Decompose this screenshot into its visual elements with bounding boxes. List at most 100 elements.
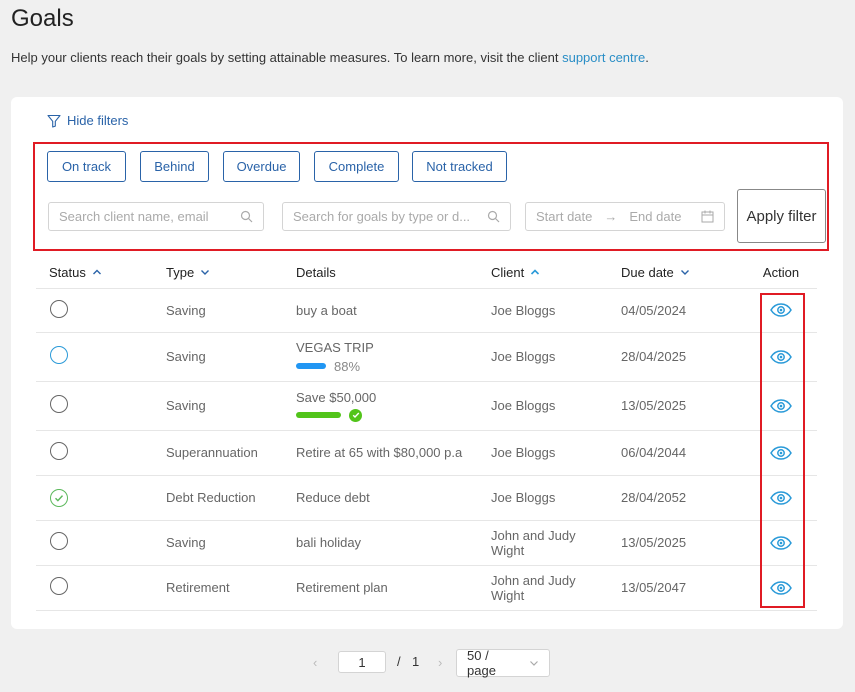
total-pages: 1 (412, 654, 420, 669)
table-row: Debt Reduction Reduce debt Joe Bloggs 28… (36, 475, 817, 521)
goal-client: John and Judy Wight (491, 565, 621, 611)
client-search-box (48, 202, 264, 231)
eye-icon[interactable] (770, 349, 792, 364)
page-title: Goals (11, 5, 74, 32)
support-centre-link[interactable]: support centre (562, 50, 645, 65)
goal-type: Retirement (166, 565, 296, 611)
goal-due-date: 04/05/2024 (621, 288, 745, 333)
hide-filters-label: Hide filters (67, 113, 129, 128)
arrow-right-icon: → (604, 209, 618, 224)
goal-client: Joe Bloggs (491, 430, 621, 476)
chevron-up-icon (92, 269, 101, 275)
goal-search-box (282, 202, 511, 231)
header-due-date-label: Due date (621, 264, 674, 280)
goal-details: Retire at 65 with $80,000 p.a (296, 430, 491, 476)
chip-not-tracked[interactable]: Not tracked (412, 151, 507, 182)
header-action: Action (745, 257, 817, 289)
goal-due-date: 13/05/2025 (621, 381, 745, 431)
eye-icon[interactable] (770, 580, 792, 595)
goal-client: John and Judy Wight (491, 520, 621, 566)
goal-type: Superannuation (166, 430, 296, 476)
header-client[interactable]: Client (491, 257, 621, 289)
header-status[interactable]: Status (36, 257, 166, 289)
status-not-tracked-icon (50, 442, 68, 460)
goals-card: Hide filters On track Behind Overdue Com… (11, 97, 843, 629)
client-search-input[interactable] (59, 209, 240, 224)
hide-filters-toggle[interactable]: Hide filters (47, 113, 128, 128)
page-size-label: 50 / page (467, 648, 496, 678)
header-type[interactable]: Type (166, 257, 296, 289)
goal-details-cell: VEGAS TRIP 88% (296, 332, 491, 382)
goal-details-cell: Save $50,000 (296, 381, 491, 431)
filter-icon (47, 114, 61, 128)
table-row: Saving Save $50,000 Joe Bloggs 13/05/202… (36, 381, 817, 431)
table-row: Superannuation Retire at 65 with $80,000… (36, 430, 817, 476)
table-row: Saving VEGAS TRIP 88% Joe Bloggs 28/04/2… (36, 332, 817, 382)
eye-icon[interactable] (770, 398, 792, 413)
intro-text: Help your clients reach their goals by s… (11, 50, 649, 65)
chevron-down-icon (201, 270, 210, 276)
goal-due-date: 28/04/2052 (621, 475, 745, 521)
filter-panel: On track Behind Overdue Complete Not tra… (33, 142, 829, 251)
pagination: ‹ / 1 › 50 / page (0, 648, 855, 678)
chip-on-track[interactable]: On track (47, 151, 126, 182)
eye-icon[interactable] (770, 303, 792, 317)
table-row: Saving buy a boat Joe Bloggs 04/05/2024 (36, 288, 817, 333)
goal-client: Joe Bloggs (491, 381, 621, 431)
eye-icon[interactable] (770, 535, 792, 550)
goal-type: Saving (166, 288, 296, 333)
chevron-right-icon[interactable]: › (438, 655, 442, 670)
goal-details: Save $50,000 (296, 389, 377, 405)
calendar-icon (701, 210, 714, 223)
end-date-placeholder[interactable]: End date (629, 209, 681, 224)
header-type-label: Type (166, 264, 195, 280)
progress-percent: 88% (334, 358, 361, 374)
start-date-placeholder[interactable]: Start date (536, 209, 592, 224)
status-not-tracked-icon (50, 532, 68, 550)
goal-search-input[interactable] (293, 209, 487, 224)
progress-bar (296, 412, 341, 418)
header-due-date[interactable]: Due date (621, 257, 745, 289)
table-row: Saving bali holiday John and Judy Wight … (36, 520, 817, 566)
chevron-up-icon (531, 269, 540, 275)
intro-body: Help your clients reach their goals by s… (11, 50, 563, 65)
date-range-picker[interactable]: Start date → End date (525, 202, 725, 231)
page-size-select[interactable]: 50 / page (456, 648, 550, 678)
progress-bar (296, 363, 326, 369)
eye-icon[interactable] (770, 445, 792, 460)
chip-overdue[interactable]: Overdue (223, 151, 300, 182)
chip-behind[interactable]: Behind (140, 151, 209, 182)
goal-type: Saving (166, 332, 296, 382)
goal-type: Saving (166, 381, 296, 431)
page-number-input[interactable] (338, 651, 386, 673)
goal-details: Reduce debt (296, 475, 491, 521)
goal-due-date: 13/05/2025 (621, 520, 745, 566)
chevron-left-icon[interactable]: ‹ (313, 655, 317, 670)
status-complete-icon (50, 488, 68, 507)
eye-icon[interactable] (770, 490, 792, 505)
header-status-label: Status (49, 264, 86, 280)
status-on-track-icon (50, 346, 68, 364)
chevron-down-icon (530, 661, 538, 666)
page-separator: / (397, 654, 401, 669)
goals-table: Status Type Details Client Due date Acti… (36, 257, 817, 611)
apply-filter-button[interactable]: Apply filter (737, 189, 826, 243)
check-circle-icon (349, 408, 362, 422)
header-client-label: Client (491, 264, 525, 280)
goal-progress (296, 408, 491, 422)
goal-due-date: 13/05/2047 (621, 565, 745, 611)
goal-details: buy a boat (296, 288, 491, 333)
goal-type: Saving (166, 520, 296, 566)
goal-client: Joe Bloggs (491, 475, 621, 521)
status-not-tracked-icon (50, 395, 68, 413)
goal-progress: 88% (296, 359, 491, 374)
goal-due-date: 06/04/2044 (621, 430, 745, 476)
status-not-tracked-icon (50, 577, 68, 595)
table-header-row: Status Type Details Client Due date Acti… (36, 257, 817, 289)
goal-type: Debt Reduction (166, 475, 296, 521)
goal-client: Joe Bloggs (491, 332, 621, 382)
header-details: Details (296, 257, 491, 289)
goal-details: Retirement plan (296, 565, 491, 611)
chip-complete[interactable]: Complete (314, 151, 399, 182)
goal-due-date: 28/04/2025 (621, 332, 745, 382)
